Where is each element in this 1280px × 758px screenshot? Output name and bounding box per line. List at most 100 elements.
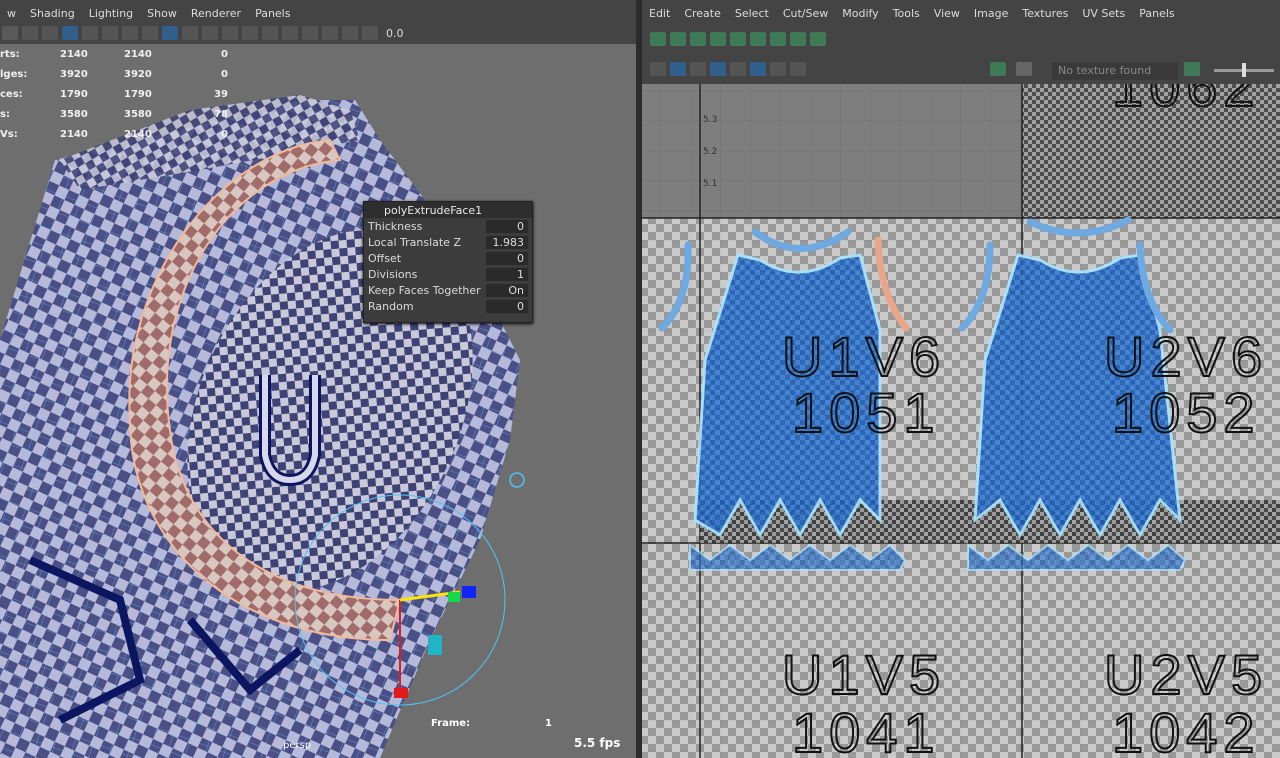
hud-row: s: 3580 3580 78 [0,108,228,120]
cube-shaded-icon[interactable] [162,26,178,40]
textured-icon[interactable] [122,26,138,40]
axis-label: 5.2 [703,147,717,157]
camera-icon[interactable] [2,26,18,40]
sphere-icon[interactable] [242,26,258,40]
optimize-icon[interactable] [690,32,706,46]
uv-shaded-icon[interactable] [670,62,686,76]
refresh-icon[interactable] [1184,62,1200,76]
tile-label-id: 1051 [792,381,941,444]
menu-show[interactable]: Show [147,7,177,20]
uv-image-icon[interactable] [770,62,786,76]
frame-value: 1 [545,718,552,729]
axis-label: 5.1 [703,179,717,189]
select-icon[interactable] [302,26,318,40]
uv-tile-icon[interactable] [730,62,746,76]
light-icon[interactable] [202,26,218,40]
translate-z-field[interactable]: 1.983 [486,235,528,249]
uv-menu-cutsew[interactable]: Cut/Sew [783,7,828,20]
grid-icon[interactable] [62,26,78,40]
uv-camera-icon[interactable] [790,62,806,76]
exposure-value[interactable]: 0.0 [386,27,404,40]
bookmark-icon[interactable] [22,26,38,40]
tile-label-id: 1062 [1112,84,1261,118]
straighten-icon[interactable] [710,32,726,46]
channel-row-translate-z[interactable]: Local Translate Z 1.983 [364,234,532,250]
gamma-icon[interactable] [362,26,378,40]
offset-field[interactable]: 0 [486,251,528,265]
shadow-icon[interactable] [222,26,238,40]
layout-icon[interactable] [322,26,338,40]
menu-shading[interactable]: Shading [30,7,75,20]
channel-box-title: polyExtrudeFace1 [364,202,532,218]
uv-menu-select[interactable]: Select [735,7,769,20]
uv-toolbar-top [642,28,1280,50]
uv-checker-icon[interactable] [750,62,766,76]
menu-lighting[interactable]: Lighting [89,7,133,20]
divisions-field[interactable]: 1 [486,267,528,281]
rotate-icon[interactable] [750,32,766,46]
image-plane-icon[interactable] [42,26,58,40]
axis-label: 5.3 [703,115,717,125]
channel-box-popup[interactable]: polyExtrudeFace1 Thickness 0 Local Transl… [363,201,533,323]
channel-row-thickness[interactable]: Thickness 0 [364,218,532,234]
poly-count-hud: rts: 2140 2140 0 lges: 3920 3920 0 ces: … [0,44,228,144]
uv-distortion-icon[interactable] [690,62,706,76]
viewport-toolbar: 0.0 [0,22,636,44]
frame-label: Frame: [431,718,471,729]
uv-canvas[interactable]: 5.3 5.2 5.1 U1V6 1051 U2V6 1052 U1V5 104… [642,84,1280,758]
uv-menu-panels[interactable]: Panels [1139,7,1174,20]
viewport-panel[interactable]: w Shading Lighting Show Renderer Panels … [0,0,636,758]
uv-menu-image[interactable]: Image [974,7,1008,20]
menu-panels[interactable]: Panels [255,7,290,20]
keep-faces-field[interactable]: On [486,283,528,297]
uv-menubar: Edit Create Select Cut/Sew Modify Tools … [642,0,1280,26]
isolate-icon[interactable] [262,26,278,40]
checker-toggle-icon[interactable] [1016,62,1032,76]
tile-label-u: U2V5 [1104,643,1268,706]
tile-label-u: U1V5 [782,643,946,706]
xray-icon[interactable] [282,26,298,40]
cube-icon[interactable] [142,26,158,40]
mesh-render[interactable] [0,46,636,758]
hud-row: ces: 1790 1790 39 [0,88,228,100]
random-field[interactable]: 0 [486,299,528,313]
uv-grid-icon[interactable] [650,62,666,76]
cube-texture-icon[interactable] [182,26,198,40]
uv-menu-create[interactable]: Create [684,7,721,20]
uv-menu-view[interactable]: View [934,7,960,20]
distribute-icon[interactable] [810,32,826,46]
uv-menu-uvsets[interactable]: UV Sets [1082,7,1125,20]
hud-row: Vs: 2140 2140 0 [0,128,228,140]
shaded-icon[interactable] [102,26,118,40]
tile-label-id: 1041 [792,701,941,758]
uv-menu-modify[interactable]: Modify [842,7,878,20]
hud-row: rts: 2140 2140 0 [0,48,228,60]
tile-label-u: U1V6 [782,325,946,388]
uv-border-icon[interactable] [710,62,726,76]
channel-row-keep-faces[interactable]: Keep Faces Together On [364,282,532,298]
uv-menu-textures[interactable]: Textures [1022,7,1068,20]
wireframe-icon[interactable] [82,26,98,40]
uv-menu-edit[interactable]: Edit [649,7,670,20]
menu-renderer[interactable]: Renderer [191,7,241,20]
fps-readout: 5.5 fps [574,736,621,750]
flip-icon[interactable] [730,32,746,46]
channel-row-random[interactable]: Random 0 [364,298,532,314]
thickness-field[interactable]: 0 [486,219,528,233]
unfold-icon[interactable] [650,32,666,46]
tile-label-u: U2V6 [1104,325,1268,388]
hud-row: lges: 3920 3920 0 [0,68,228,80]
texture-display-icon[interactable] [990,62,1006,76]
channel-row-offset[interactable]: Offset 0 [364,250,532,266]
exposure-slider-thumb[interactable] [1242,63,1246,77]
camera-name: persp [283,740,312,751]
texture-selector[interactable]: No texture found [1052,62,1178,80]
tile-label-id: 1042 [1112,701,1261,758]
menu-view[interactable]: w [7,7,16,20]
expand-icon[interactable] [342,26,358,40]
snapshot-icon[interactable] [770,32,786,46]
stack-icon[interactable] [790,32,806,46]
layout-uv-icon[interactable] [670,32,686,46]
channel-row-divisions[interactable]: Divisions 1 [364,266,532,282]
uv-menu-tools[interactable]: Tools [893,7,920,20]
